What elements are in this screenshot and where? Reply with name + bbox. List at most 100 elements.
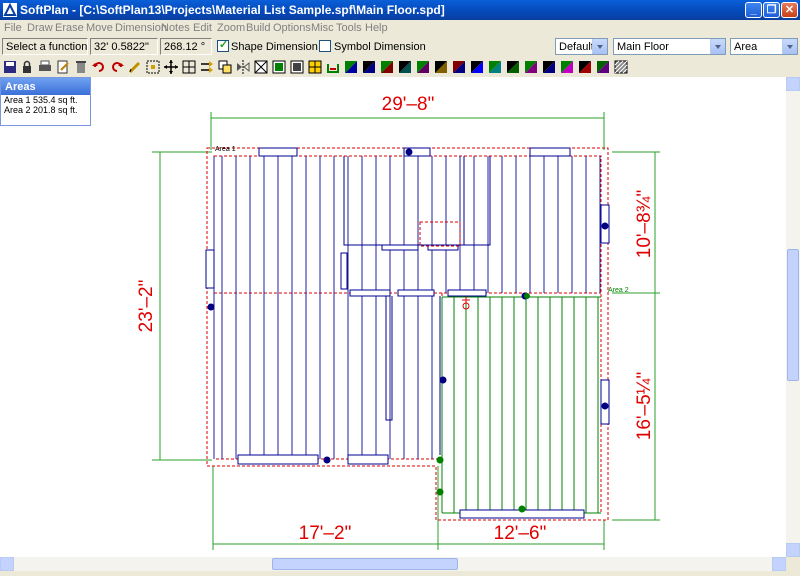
vertical-scroll-thumb[interactable]	[787, 249, 799, 381]
menu-tools[interactable]: Tools	[336, 22, 362, 34]
layer3-icon[interactable]	[308, 60, 322, 74]
hatch-icon[interactable]	[614, 60, 628, 74]
menu-build[interactable]: Build	[246, 22, 270, 34]
area1-joists	[213, 156, 601, 459]
color-icon[interactable]	[452, 60, 466, 74]
color-icon[interactable]	[488, 60, 502, 74]
check-mark-icon: ✓	[219, 39, 229, 51]
horizontal-scroll-thumb[interactable]	[272, 558, 458, 570]
mode-select-value: Area	[734, 41, 758, 53]
scroll-up-button[interactable]	[786, 77, 800, 91]
menu-options[interactable]: Options	[273, 22, 311, 34]
symbol-dimension-checkbox[interactable]	[319, 40, 331, 52]
menu-edit[interactable]: Edit	[193, 22, 212, 34]
chevron-down-icon[interactable]	[592, 39, 607, 54]
dimension-left: 23'–2"	[136, 280, 157, 333]
floor-select-value: Main Floor	[617, 41, 669, 53]
redo-icon[interactable]	[110, 60, 124, 74]
color-icon[interactable]	[416, 60, 430, 74]
copy-icon[interactable]	[218, 60, 232, 74]
color-icon[interactable]	[578, 60, 592, 74]
color-icon[interactable]	[362, 60, 376, 74]
coordinate-field: 32' 0.5822"	[90, 38, 158, 55]
color-icon[interactable]	[560, 60, 574, 74]
menu-move[interactable]: Move	[86, 22, 113, 34]
color-icon[interactable]	[506, 60, 520, 74]
menu-zoom[interactable]: Zoom	[217, 22, 245, 34]
menu-file[interactable]: File	[4, 22, 22, 34]
save-icon[interactable]	[3, 60, 17, 74]
area-row-2[interactable]: Area 2 201.8 sq ft.	[1, 105, 90, 115]
layer2-icon[interactable]	[290, 60, 304, 74]
area2-label: Area 2	[608, 287, 629, 294]
dimension-lines	[152, 112, 660, 550]
layer4-icon[interactable]	[326, 60, 340, 74]
chevron-down-icon[interactable]	[782, 39, 797, 54]
status-strip	[0, 571, 800, 576]
area-row-1[interactable]: Area 1 535.4 sq ft.	[1, 95, 90, 105]
menu-misc[interactable]: Misc	[311, 22, 334, 34]
color-icon[interactable]	[434, 60, 448, 74]
symbol-dimension-label: Symbol Dimension	[334, 41, 426, 53]
title-bar: SoftPlan - [C:\SoftPlan13\Projects\Mater…	[0, 0, 800, 20]
softplan-logo-icon	[3, 3, 17, 17]
area2-joists	[441, 296, 601, 514]
drawing-canvas[interactable]: Area 1 Area 2 29'–8" 23'–2" 10'–8¾" 16'–…	[0, 77, 786, 557]
trash-icon[interactable]	[74, 60, 88, 74]
floor-select[interactable]: Main Floor	[613, 38, 726, 55]
chevron-down-icon[interactable]	[710, 39, 725, 54]
select-icon[interactable]	[146, 60, 160, 74]
lock-icon[interactable]	[20, 60, 34, 74]
minimize-button[interactable]: _	[745, 2, 762, 18]
walls	[205, 147, 610, 519]
color-icon[interactable]	[398, 60, 412, 74]
vertical-scrollbar[interactable]	[786, 77, 800, 557]
close-icon: ✕	[784, 4, 795, 16]
close-button[interactable]: ✕	[781, 2, 798, 18]
horizontal-scrollbar[interactable]	[0, 557, 786, 571]
restore-button[interactable]: ❐	[763, 2, 780, 18]
scroll-down-button[interactable]	[786, 543, 800, 557]
floor-plan[interactable]: Area 1 Area 2 29'–8" 23'–2" 10'–8¾" 16'–…	[0, 77, 786, 557]
color-icon[interactable]	[524, 60, 538, 74]
window-title: SoftPlan - [C:\SoftPlan13\Projects\Mater…	[20, 3, 445, 17]
undo-icon[interactable]	[92, 60, 106, 74]
frame-icon[interactable]	[254, 60, 268, 74]
pencil-icon[interactable]	[128, 60, 142, 74]
mirror-icon[interactable]	[236, 60, 250, 74]
menu-dimension[interactable]: Dimension	[115, 22, 167, 34]
move-icon[interactable]	[164, 60, 178, 74]
dimension-bottom-right: 12'–6"	[494, 523, 547, 544]
scroll-left-button[interactable]	[0, 557, 14, 571]
color-icon[interactable]	[542, 60, 556, 74]
restore-icon: ❐	[766, 4, 777, 16]
edit-icon[interactable]	[56, 60, 70, 74]
angle-field: 268.12 °	[160, 38, 212, 55]
minimize-icon: _	[750, 4, 757, 16]
scroll-right-button[interactable]	[772, 557, 786, 571]
scroll-corner	[786, 557, 800, 571]
style-select-value: Default	[559, 41, 594, 53]
layer-icon[interactable]	[272, 60, 286, 74]
print-icon[interactable]	[38, 60, 52, 74]
style-select[interactable]: Default	[555, 38, 608, 55]
color-icon[interactable]	[470, 60, 484, 74]
arrows-icon[interactable]	[200, 60, 214, 74]
dimension-bottom-left: 17'–2"	[299, 523, 352, 544]
grid-icon[interactable]	[182, 60, 196, 74]
color-icon[interactable]	[344, 60, 358, 74]
menu-help[interactable]: Help	[365, 22, 388, 34]
menu-notes[interactable]: Notes	[161, 22, 190, 34]
color-icon[interactable]	[596, 60, 610, 74]
menu-draw[interactable]: Draw	[27, 22, 53, 34]
menu-erase[interactable]: Erase	[55, 22, 84, 34]
dimension-right-upper: 10'–8¾"	[634, 190, 655, 259]
dimension-top: 29'–8"	[382, 94, 435, 115]
prompt-field: Select a function	[2, 38, 88, 55]
option-bar: Select a function 32' 0.5822" 268.12 ° ✓…	[0, 36, 800, 58]
areas-panel[interactable]: Areas Area 1 535.4 sq ft. Area 2 201.8 s…	[0, 77, 91, 126]
mode-select[interactable]: Area	[730, 38, 798, 55]
shape-dimension-checkbox[interactable]: ✓	[217, 39, 229, 52]
toolbar	[0, 58, 800, 78]
color-icon[interactable]	[380, 60, 394, 74]
